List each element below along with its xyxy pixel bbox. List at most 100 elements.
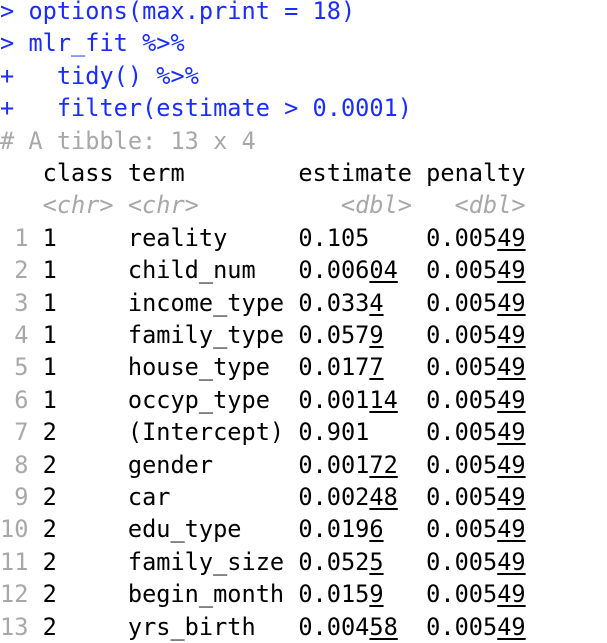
column-header-penalty: penalty xyxy=(426,159,526,187)
estimate-underlined-digits: 14 xyxy=(369,385,398,414)
cell-class: 2 xyxy=(42,580,57,609)
penalty-underlined-digits: 49 xyxy=(497,288,526,317)
tibble-header: # A tibble: 13 x 4 xyxy=(0,125,256,157)
cell-estimate: 0.105 xyxy=(298,222,412,254)
estimate-underlined-digits: 7 xyxy=(369,353,384,382)
cell-class: 2 xyxy=(42,450,57,479)
penalty-underlined-digits: 49 xyxy=(497,321,526,349)
penalty-digits: 0.005 xyxy=(426,418,498,447)
table-row: 3 1 income_type 0.0334 0.00549 xyxy=(0,287,526,319)
penalty-digits: 0.005 xyxy=(426,547,498,576)
row-number: 7 xyxy=(14,418,29,447)
cell-term: family_type xyxy=(127,321,285,349)
penalty-digits: 0.005 xyxy=(426,288,498,317)
penalty-underlined-digits: 49 xyxy=(497,580,526,609)
row-number: 12 xyxy=(0,580,29,609)
estimate-digits: 0.105 xyxy=(298,223,370,252)
table-row: 5 1 house_type 0.0177 0.00549 xyxy=(0,351,525,383)
cell-term: child_num xyxy=(127,256,256,285)
cell-penalty: 0.00549 xyxy=(426,319,525,351)
estimate-digits: 0.017 xyxy=(298,353,370,382)
estimate-underlined-digits: 58 xyxy=(369,612,398,641)
estimate-digits: 0.001 xyxy=(298,385,370,414)
estimate-digits: 0.015 xyxy=(298,580,370,609)
cell-term: reality xyxy=(127,223,228,252)
penalty-digits: 0.005 xyxy=(426,385,498,414)
row-number: 11 xyxy=(0,547,29,576)
column-type-estimate: <dbl> xyxy=(340,191,412,220)
prompt-symbol: > xyxy=(0,29,15,58)
cell-penalty: 0.00549 xyxy=(426,578,525,610)
cell-class: 1 xyxy=(42,223,57,252)
table-row: 11 2 family_size 0.0525 0.00549 xyxy=(0,546,526,578)
estimate-digits: 0.006 xyxy=(298,256,370,285)
cell-penalty: 0.00549 xyxy=(426,513,525,545)
table-row: 2 1 child_num 0.00604 0.00549 xyxy=(0,254,525,286)
penalty-digits: 0.005 xyxy=(426,515,498,544)
estimate-underlined-digits: 72 xyxy=(369,450,398,479)
estimate-digits: 0.052 xyxy=(298,547,370,576)
table-row: 6 1 occyp_type 0.00114 0.00549 xyxy=(0,384,525,416)
cell-penalty: 0.00549 xyxy=(426,222,525,254)
estimate-underlined-digits: 9 xyxy=(369,580,384,609)
cell-class: 1 xyxy=(42,256,57,285)
r-console[interactable]: > options(max.print = 18) > mlr_fit %>% + … xyxy=(0,0,607,641)
row-number: 2 xyxy=(14,256,29,285)
cell-estimate: 0.901 xyxy=(298,416,412,448)
penalty-underlined-digits: 49 xyxy=(497,223,526,252)
cell-penalty: 0.00549 xyxy=(426,416,525,448)
row-number: 9 xyxy=(14,483,29,511)
penalty-digits: 0.005 xyxy=(426,580,498,609)
penalty-digits: 0.005 xyxy=(426,612,498,641)
cell-term: begin_month xyxy=(127,580,285,609)
table-row: 1 1 reality 0.105 0.00549 xyxy=(0,222,525,254)
cell-estimate: 0.0159 xyxy=(298,578,412,610)
table-row: 10 2 edu_type 0.0196 0.00549 xyxy=(0,513,526,545)
cell-penalty: 0.00549 xyxy=(426,384,525,416)
cell-estimate: 0.00248 xyxy=(298,481,412,513)
penalty-underlined-digits: 49 xyxy=(497,612,526,641)
estimate-digits: 0.002 xyxy=(298,483,370,511)
cell-estimate: 0.00114 xyxy=(298,384,412,416)
cell-penalty: 0.00549 xyxy=(426,546,525,578)
estimate-digits: 0.019 xyxy=(298,515,370,544)
cell-class: 2 xyxy=(42,483,57,511)
row-number: 8 xyxy=(14,450,29,479)
column-header-class: class xyxy=(42,159,114,187)
estimate-digits: 0.001 xyxy=(298,450,370,479)
cell-term: (Intercept) xyxy=(127,418,285,447)
cell-term: yrs_birth xyxy=(127,612,256,641)
cell-estimate: 0.0525 xyxy=(298,546,412,578)
penalty-digits: 0.005 xyxy=(426,256,498,285)
table-row: 12 2 begin_month 0.0159 0.00549 xyxy=(0,578,526,610)
cell-class: 1 xyxy=(42,385,57,414)
penalty-underlined-digits: 49 xyxy=(497,515,526,544)
command-text: mlr_fit %>% xyxy=(28,29,185,58)
estimate-digits: 0.901 xyxy=(298,418,370,447)
row-number: 13 xyxy=(0,612,29,641)
cell-estimate: 0.0177 xyxy=(298,351,412,383)
column-header-estimate: estimate xyxy=(298,159,412,187)
cell-class: 2 xyxy=(42,547,57,576)
penalty-digits: 0.005 xyxy=(426,483,498,511)
cell-penalty: 0.00549 xyxy=(426,351,525,383)
column-type-class: <chr> xyxy=(42,191,114,220)
cell-estimate: 0.00172 xyxy=(298,449,412,481)
cell-penalty: 0.00549 xyxy=(426,254,525,286)
prompt-symbol: + xyxy=(0,61,15,90)
cell-estimate: 0.00458 xyxy=(298,611,412,643)
cell-class: 1 xyxy=(42,321,57,349)
table-row: 13 2 yrs_birth 0.00458 0.00549 xyxy=(0,611,526,643)
estimate-digits: 0.033 xyxy=(298,288,370,317)
table-row: 4 1 family_type 0.0579 0.00549 xyxy=(0,319,525,351)
row-number: 4 xyxy=(14,321,29,349)
cell-term: income_type xyxy=(127,288,285,317)
estimate-digits: 0.004 xyxy=(298,612,370,641)
row-number: 1 xyxy=(14,223,29,252)
column-type-term: <chr> xyxy=(127,191,199,220)
estimate-underlined-digits: 4 xyxy=(369,288,384,317)
estimate-underlined-digits: 9 xyxy=(369,321,384,349)
command-line: > mlr_fit %>% xyxy=(0,27,185,59)
cell-estimate: 0.0196 xyxy=(298,513,412,545)
cell-estimate: 0.0334 xyxy=(298,287,412,319)
